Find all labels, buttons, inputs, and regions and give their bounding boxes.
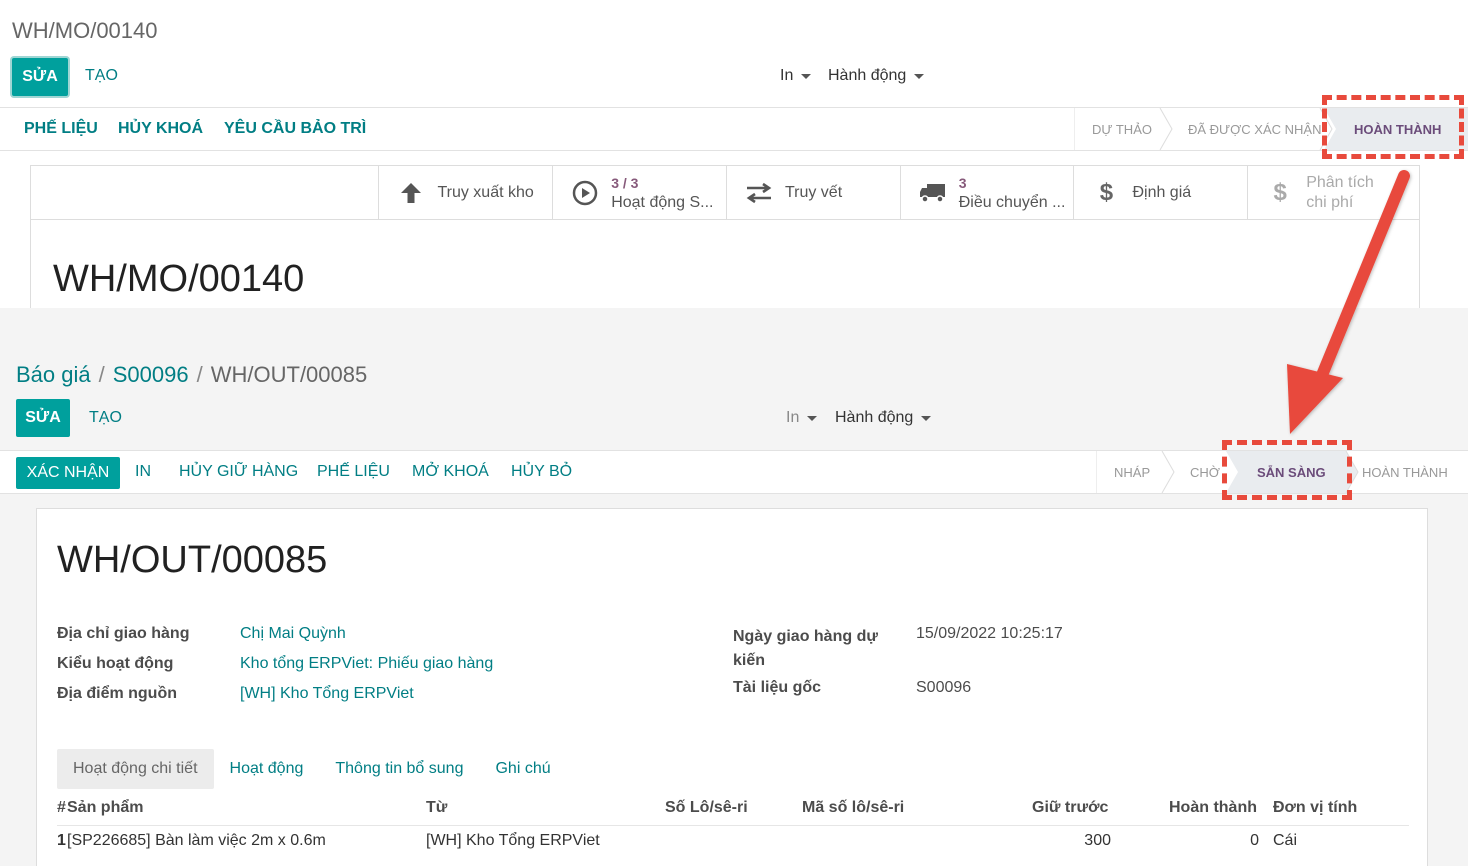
annotation-arrow-icon [1287,170,1410,434]
